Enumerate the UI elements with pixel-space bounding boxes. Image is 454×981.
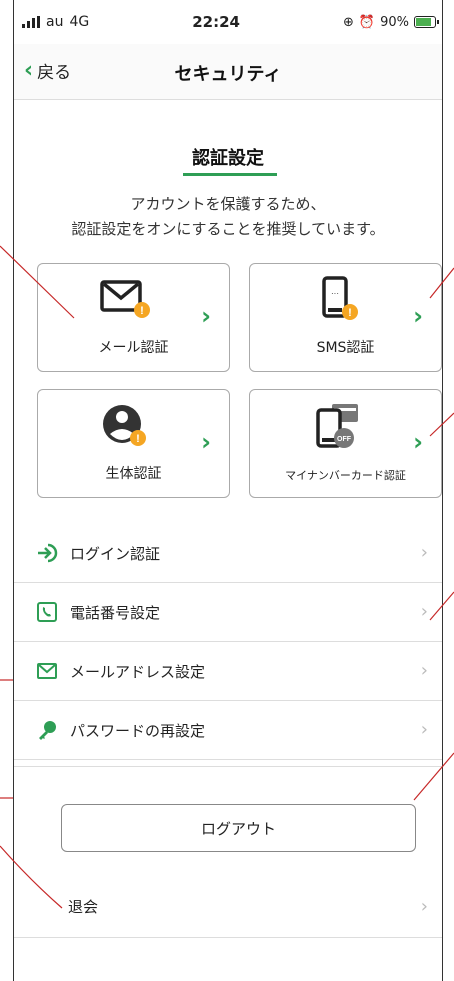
chevron-right-icon: › <box>420 719 428 740</box>
clock: 22:24 <box>192 13 240 31</box>
chevron-right-icon: › <box>413 428 423 456</box>
carrier-label: au <box>46 14 64 30</box>
list-item-email-address[interactable]: メールアドレス設定 › <box>14 642 442 701</box>
svg-text:!: ! <box>348 307 352 319</box>
chevron-right-icon: › <box>413 302 423 330</box>
chevron-right-icon: › <box>420 601 428 622</box>
chevron-right-icon: › <box>420 660 428 681</box>
svg-text:!: ! <box>140 305 144 317</box>
settings-list: ログイン認証 › 電話番号設定 › メールアドレス設定 › パスワードの再設定 … <box>14 524 442 760</box>
svg-text:···: ··· <box>331 289 339 298</box>
biometric-auth-card[interactable]: ! › 生体認証 <box>37 389 230 498</box>
battery-icon <box>414 16 439 28</box>
list-item-withdraw[interactable]: 退会 › <box>14 876 442 938</box>
mynumber-card-auth-label: マイナンバーカード認証 <box>285 469 406 482</box>
mynumber-card-icon: OFF <box>316 404 358 448</box>
chevron-right-icon: › <box>201 302 211 330</box>
chevron-right-icon: › <box>201 428 211 456</box>
divider <box>14 766 442 767</box>
phone-number-label: 電話番号設定 <box>70 603 161 622</box>
biometric-auth-label: 生体認証 <box>105 466 162 482</box>
svg-text:!: ! <box>136 433 140 445</box>
password-reset-label: パスワードの再設定 <box>70 721 206 740</box>
main-content: 認証設定 アカウントを保護するため、 認証設定をオンにすることを推奨しています。… <box>14 100 442 981</box>
withdraw-label: 退会 <box>68 898 99 916</box>
phone-screen: au 4G 22:24 ⊕ ⏰ 90% ‹ 戻る セキュリティ 認証設定 アカウ… <box>13 0 443 981</box>
list-item-phone-number[interactable]: 電話番号設定 › <box>14 583 442 642</box>
chevron-right-icon: › <box>420 542 428 563</box>
envelope-icon <box>36 660 58 682</box>
logout-button[interactable]: ログアウト <box>61 804 416 852</box>
mynumber-card-auth-card[interactable]: OFF › マイナンバーカード認証 <box>249 389 442 498</box>
svg-text:OFF: OFF <box>337 436 352 443</box>
network-label: 4G <box>69 14 90 30</box>
list-item-password-reset[interactable]: パスワードの再設定 › <box>14 701 442 760</box>
mail-auth-label: メール認証 <box>98 340 169 356</box>
list-item-login-auth[interactable]: ログイン認証 › <box>14 524 442 583</box>
smartphone-icon: ··· ! <box>322 276 358 320</box>
alarm-icon: ⏰ <box>358 14 376 30</box>
user-icon: ! <box>103 405 146 446</box>
mail-auth-card[interactable]: ! › メール認証 <box>37 263 230 372</box>
login-auth-label: ログイン認証 <box>70 544 161 563</box>
page-title: セキュリティ <box>174 64 282 85</box>
sms-auth-label: SMS認証 <box>316 340 375 356</box>
mail-icon: ! <box>100 280 150 318</box>
sms-auth-card[interactable]: ··· ! › SMS認証 <box>249 263 442 372</box>
section-description: アカウントを保護するため、 認証設定をオンにすることを推奨しています。 <box>71 195 385 238</box>
signal-icon <box>22 16 40 28</box>
section-title-underline <box>183 173 277 176</box>
navigation-bar: ‹ 戻る セキュリティ <box>14 44 442 100</box>
status-bar: au 4G 22:24 ⊕ ⏰ 90% <box>14 0 442 44</box>
key-icon <box>36 719 58 741</box>
battery-percent: 90% <box>380 14 409 30</box>
orientation-lock-icon: ⊕ <box>343 14 354 30</box>
login-arrow-icon <box>36 542 58 564</box>
chevron-right-icon: › <box>420 896 428 917</box>
phone-icon <box>36 601 58 623</box>
email-address-label: メールアドレス設定 <box>70 662 206 681</box>
section-title: 認証設定 <box>192 148 264 169</box>
